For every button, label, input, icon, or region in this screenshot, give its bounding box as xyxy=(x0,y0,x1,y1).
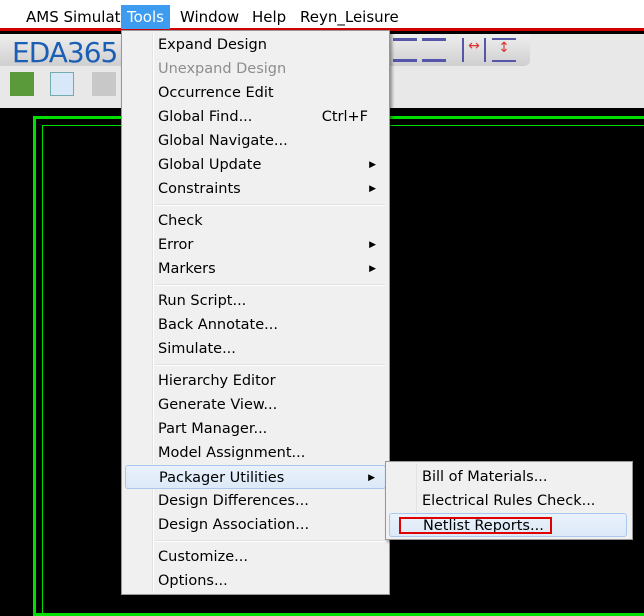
submenu-arrow-icon: ▶ xyxy=(369,240,376,250)
submenu-arrow-icon: ▶ xyxy=(369,264,376,274)
menu-item-packager-utilities[interactable]: Packager Utilities ▶ xyxy=(125,465,386,489)
menu-item-label: Packager Utilities xyxy=(159,470,285,486)
menu-item-label: Error xyxy=(158,237,194,253)
menu-item-part-manager[interactable]: Part Manager... xyxy=(125,417,386,441)
menu-item-label: Occurrence Edit xyxy=(158,85,274,101)
menu-item-occurrence-edit[interactable]: Occurrence Edit xyxy=(125,81,386,105)
menu-item-run-script[interactable]: Run Script... xyxy=(125,289,386,313)
menu-item-global-find[interactable]: Global Find... Ctrl+F xyxy=(125,105,386,129)
annotation-highlight-box xyxy=(399,517,552,534)
align-icon[interactable] xyxy=(393,38,417,62)
menu-item-global-navigate[interactable]: Global Navigate... xyxy=(125,129,386,153)
menu-separator xyxy=(155,204,385,206)
menu-item-label: Simulate... xyxy=(158,341,236,357)
menu-item-label: Options... xyxy=(158,573,228,589)
align-center-icon[interactable] xyxy=(422,38,446,62)
logo: EDA365 xyxy=(12,36,118,69)
menu-item-label: Global Update xyxy=(158,157,262,173)
menu-item-back-annotate[interactable]: Back Annotate... xyxy=(125,313,386,337)
menu-separator xyxy=(155,284,385,286)
menu-item-error[interactable]: Error ▶ xyxy=(125,233,386,257)
menu-item-constraints[interactable]: Constraints ▶ xyxy=(125,177,386,201)
menu-item-label: Constraints xyxy=(158,181,241,197)
menu-item-label: Back Annotate... xyxy=(158,317,278,333)
submenu-arrow-icon: ▶ xyxy=(369,160,376,170)
vertical-spacing-icon[interactable]: ↕ xyxy=(492,38,516,62)
submenu-arrow-icon: ▶ xyxy=(368,473,375,483)
menu-item-label: Check xyxy=(158,213,203,229)
menu-separator xyxy=(155,364,385,366)
shortcut-label: Ctrl+F xyxy=(321,109,368,125)
book-icon[interactable] xyxy=(92,72,116,96)
menu-item-label: Unexpand Design xyxy=(158,61,287,77)
menu-item-label: Expand Design xyxy=(158,37,267,53)
navigate-icon[interactable] xyxy=(50,72,74,96)
menu-item-label: Design Association... xyxy=(158,517,310,533)
menu-help[interactable]: Help xyxy=(246,5,292,29)
submenu-item-bill-of-materials[interactable]: Bill of Materials... xyxy=(389,465,627,489)
menu-item-unexpand-design[interactable]: Unexpand Design xyxy=(125,57,386,81)
menu-item-markers[interactable]: Markers ▶ xyxy=(125,257,386,281)
menu-item-label: Markers xyxy=(158,261,216,277)
horizontal-spacing-icon[interactable]: ↔ xyxy=(462,38,486,62)
menu-item-label: Global Navigate... xyxy=(158,133,288,149)
menu-separator xyxy=(155,540,385,542)
menu-item-label: Design Differences... xyxy=(158,493,309,509)
menu-item-design-differences[interactable]: Design Differences... xyxy=(125,489,386,513)
menu-item-label: Run Script... xyxy=(158,293,247,309)
menu-item-label: Customize... xyxy=(158,549,248,565)
menu-item-generate-view[interactable]: Generate View... xyxy=(125,393,386,417)
submenu-arrow-icon: ▶ xyxy=(369,184,376,194)
menu-item-customize[interactable]: Customize... xyxy=(125,545,386,569)
menu-item-hierarchy-editor[interactable]: Hierarchy Editor xyxy=(125,369,386,393)
menu-item-global-update[interactable]: Global Update ▶ xyxy=(125,153,386,177)
menu-item-expand-design[interactable]: Expand Design xyxy=(125,33,386,57)
menu-item-model-assignment[interactable]: Model Assignment... xyxy=(125,441,386,465)
menu-tools[interactable]: Tools xyxy=(121,5,170,29)
menu-reyn-leisure[interactable]: Reyn_Leisure xyxy=(294,5,405,29)
component-icon[interactable] xyxy=(10,72,34,96)
menu-window[interactable]: Window xyxy=(174,5,245,29)
menu-item-label: Hierarchy Editor xyxy=(158,373,276,389)
menu-bar: AMS Simulator Tools Window Help Reyn_Lei… xyxy=(0,0,644,31)
menu-item-label: Global Find... xyxy=(158,109,253,125)
menu-item-label: Generate View... xyxy=(158,397,278,413)
menu-item-label: Model Assignment... xyxy=(158,445,306,461)
menu-item-label: Part Manager... xyxy=(158,421,268,437)
menu-item-options[interactable]: Options... xyxy=(125,569,386,593)
tools-menu: Expand Design Unexpand Design Occurrence E… xyxy=(121,30,390,595)
submenu-item-electrical-rules-check[interactable]: Electrical Rules Check... xyxy=(389,489,627,513)
menu-item-check[interactable]: Check xyxy=(125,209,386,233)
menu-item-simulate[interactable]: Simulate... xyxy=(125,337,386,361)
menu-item-design-association[interactable]: Design Association... xyxy=(125,513,386,537)
